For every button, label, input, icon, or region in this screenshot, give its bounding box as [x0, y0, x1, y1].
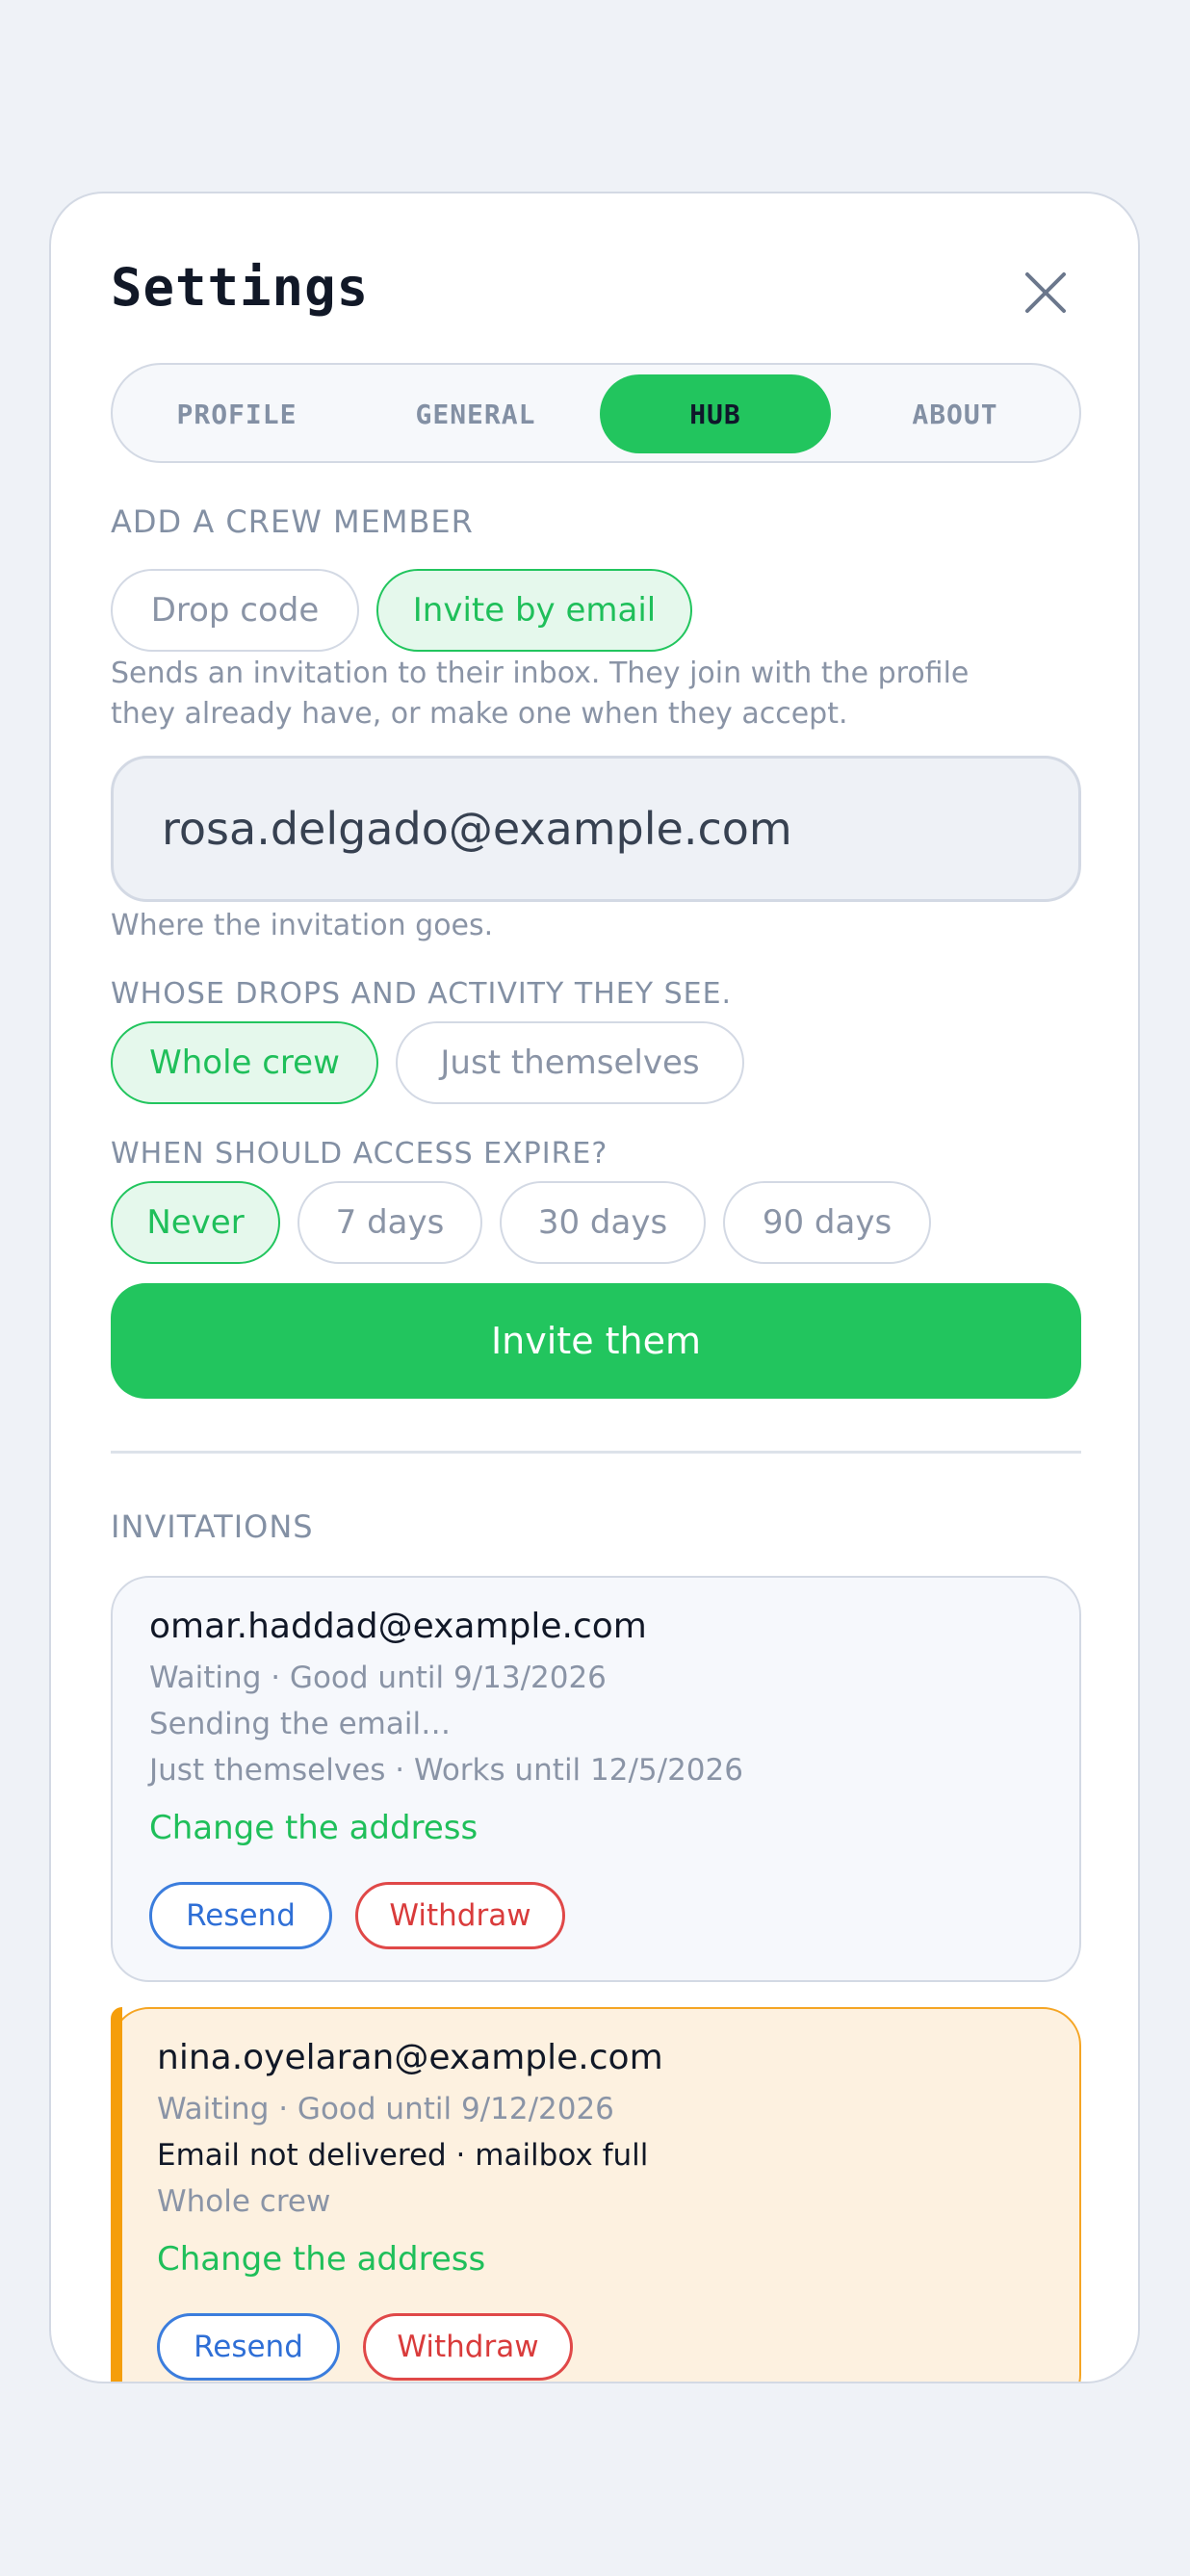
invitation-status: Waiting · Good until 9/12/2026 — [157, 2092, 614, 2126]
email-hint: Where the invitation goes. — [111, 909, 494, 942]
invite-description-line2: they already have, or make one when they… — [111, 697, 848, 731]
expire-heading: WHEN SHOULD ACCESS EXPIRE? — [111, 1137, 608, 1171]
expire-90-days-option[interactable]: 90 days — [723, 1181, 931, 1264]
invite-description-line1: Sends an invitation to their inbox. They… — [111, 657, 970, 690]
expire-7-days-option[interactable]: 7 days — [298, 1181, 482, 1264]
invite-them-button[interactable]: Invite them — [111, 1283, 1081, 1399]
email-field[interactable] — [111, 756, 1081, 902]
settings-modal: Settings PROFILE GENERAL HUB ABOUT ADD A… — [49, 192, 1140, 2383]
tab-profile[interactable]: PROFILE — [122, 374, 351, 453]
change-address-link[interactable]: Change the address — [157, 2240, 485, 2279]
invitation-email: omar.haddad@example.com — [149, 1607, 647, 1646]
invitation-status: Waiting · Good until 9/13/2026 — [149, 1661, 607, 1695]
invitation-delivery-status: Sending the email… — [149, 1707, 452, 1741]
resend-button[interactable]: Resend — [157, 2313, 340, 2381]
withdraw-button[interactable]: Withdraw — [363, 2313, 573, 2381]
invitation-email: nina.oyelaran@example.com — [157, 2038, 663, 2077]
invite-by-email-option[interactable]: Invite by email — [376, 569, 692, 652]
expire-30-days-option[interactable]: 30 days — [500, 1181, 706, 1264]
expire-never-option[interactable]: Never — [111, 1181, 280, 1264]
withdraw-button[interactable]: Withdraw — [355, 1882, 565, 1949]
divider — [111, 1451, 1081, 1454]
settings-tabs: PROFILE GENERAL HUB ABOUT — [111, 363, 1081, 463]
invitation-delivery-error: Email not delivered · mailbox full — [157, 2138, 649, 2173]
resend-button[interactable]: Resend — [149, 1882, 332, 1949]
tab-general[interactable]: GENERAL — [361, 374, 590, 453]
invitation-scope: Whole crew — [157, 2184, 331, 2219]
invitation-card: omar.haddad@example.com Waiting · Good u… — [111, 1576, 1081, 1982]
drop-code-option[interactable]: Drop code — [111, 569, 359, 652]
invitations-heading: INVITATIONS — [111, 1508, 314, 1545]
scope-whole-crew-option[interactable]: Whole crew — [111, 1021, 378, 1104]
page-title: Settings — [111, 257, 370, 318]
add-crew-heading: ADD A CREW MEMBER — [111, 503, 474, 540]
tab-about[interactable]: ABOUT — [841, 374, 1070, 453]
close-icon[interactable] — [1023, 270, 1068, 315]
invitation-card-warning: nina.oyelaran@example.com Waiting · Good… — [111, 2007, 1081, 2382]
change-address-link[interactable]: Change the address — [149, 1809, 478, 1847]
scope-heading: WHOSE DROPS AND ACTIVITY THEY SEE. — [111, 977, 733, 1011]
tab-hub[interactable]: HUB — [600, 374, 831, 453]
invitation-scope: Just themselves · Works until 12/5/2026 — [149, 1753, 743, 1788]
warning-stripe — [111, 2007, 122, 2382]
scope-just-themselves-option[interactable]: Just themselves — [396, 1021, 744, 1104]
